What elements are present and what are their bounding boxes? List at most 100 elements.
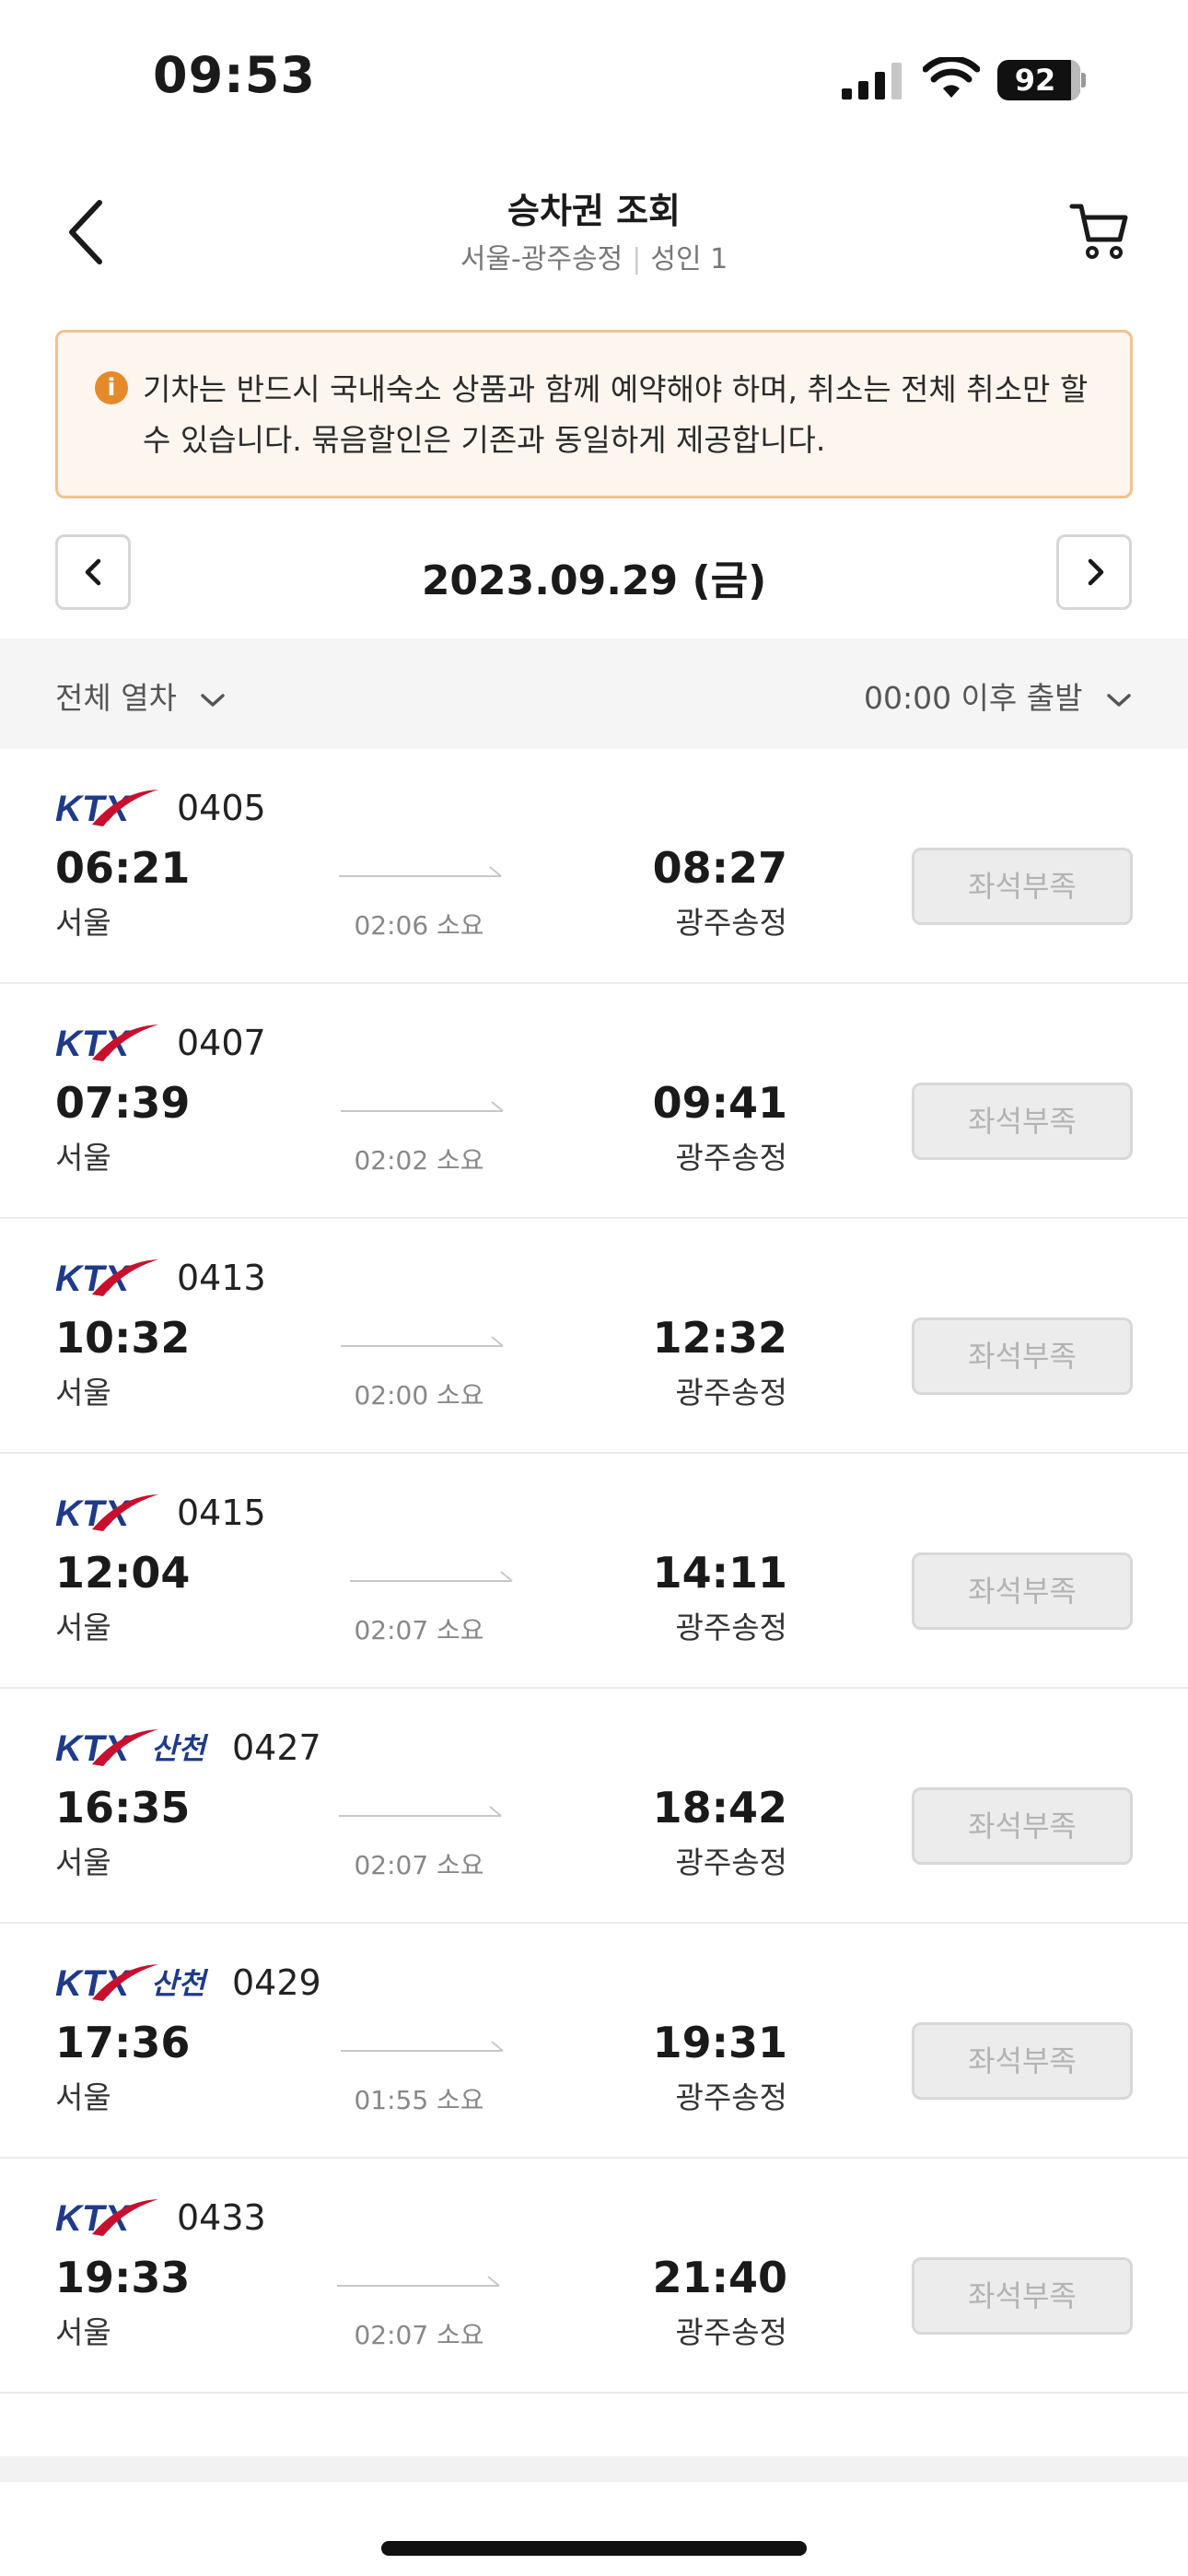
- train-row[interactable]: KTX 0413 10:32 서울 02:00 소요 12:32 광주송정 좌석부족: [0, 1219, 1188, 1454]
- cellular-signal-icon: [842, 63, 902, 100]
- train-number: 0405: [177, 788, 266, 828]
- departure-time-filter-label: 00:00 이후 출발: [863, 680, 1083, 716]
- seat-status-button[interactable]: 좌석부족: [912, 1317, 1133, 1395]
- info-icon: i: [95, 371, 128, 404]
- chevron-down-icon: [1107, 693, 1131, 707]
- next-date-button[interactable]: [1056, 534, 1132, 610]
- selected-date: 2023.09.29 (금): [421, 557, 767, 604]
- train-number: 0407: [177, 1023, 266, 1063]
- train-number: 0415: [177, 1493, 266, 1533]
- notice-banner: i 기차는 반드시 국내숙소 상품과 함께 예약해야 하며, 취소는 전체 취소…: [55, 330, 1133, 498]
- cart-icon[interactable]: [1068, 197, 1129, 262]
- route-arrow-icon: [341, 1336, 504, 1347]
- train-number: 0429: [232, 1962, 321, 2003]
- battery-tip: [1081, 73, 1086, 88]
- travel-duration: 02:06 소요: [354, 910, 484, 941]
- route-label: 서울-광주송정: [460, 243, 623, 275]
- svg-text:산천: 산천: [151, 1731, 208, 1766]
- page-title: 승차권 조회: [507, 191, 681, 231]
- train-number: 0413: [177, 1258, 266, 1298]
- departure-station: 서울: [55, 1375, 111, 1411]
- departure-station: 서울: [55, 2314, 111, 2350]
- route-arrow-icon: [339, 1806, 502, 1817]
- arrival-time: 08:27: [652, 843, 787, 893]
- travel-duration: 02:00 소요: [354, 1380, 484, 1411]
- home-indicator[interactable]: [381, 2541, 807, 2556]
- status-bar: 09:53 92: [0, 0, 1188, 138]
- train-type-filter-label: 전체 열차: [55, 680, 177, 716]
- train-row[interactable]: KTX 산천 0429 17:36 서울 01:55 소요 19:31 광주송정 좌석부족: [0, 1924, 1188, 2159]
- ktx-logo-icon: KTX: [55, 2198, 158, 2239]
- seat-status-button[interactable]: 좌석부족: [912, 2022, 1133, 2100]
- ktx-logo-icon: KTX: [55, 1493, 158, 1534]
- arrival-time: 19:31: [652, 2018, 787, 2067]
- notice-text: 기차는 반드시 국내숙소 상품과 함께 예약해야 하며, 취소는 전체 취소만 …: [143, 371, 1089, 458]
- departure-time-filter[interactable]: 00:00 이후 출발: [864, 673, 1133, 718]
- seat-status-button[interactable]: 좌석부족: [912, 1787, 1133, 1865]
- arrival-time: 09:41: [652, 1078, 787, 1128]
- train-number: 0433: [177, 2197, 266, 2238]
- departure-time: 19:33: [55, 2253, 191, 2302]
- arrival-time: 18:42: [652, 1783, 787, 1832]
- departure-time: 16:35: [55, 1783, 191, 1832]
- ktx-logo-icon: KTX: [55, 1259, 158, 1299]
- seat-status-button[interactable]: 좌석부족: [912, 1083, 1133, 1160]
- travel-duration: 02:02 소요: [354, 1145, 484, 1176]
- arrival-time: 21:40: [652, 2253, 787, 2302]
- route-arrow-icon: [350, 1571, 513, 1582]
- arrival-station: 광주송정: [675, 1844, 787, 1880]
- train-row[interactable]: KTX 0407 07:39 서울 02:02 소요 09:41 광주송정 좌석부족: [0, 984, 1188, 1219]
- route-arrow-icon: [339, 866, 502, 877]
- train-row[interactable]: KTX 0415 12:04 서울 02:07 소요 14:11 광주송정 좌석부족: [0, 1454, 1188, 1689]
- seat-status-button[interactable]: 좌석부족: [912, 2257, 1133, 2335]
- ktx-logo-icon: KTX 산천: [55, 1728, 208, 1769]
- train-number: 0427: [232, 1727, 321, 1768]
- train-type-filter[interactable]: 전체 열차: [55, 673, 227, 718]
- chevron-right-icon: [1088, 558, 1104, 586]
- arrival-station: 광주송정: [675, 1610, 787, 1645]
- departure-station: 서울: [55, 1844, 111, 1880]
- arrival-station: 광주송정: [675, 2079, 787, 2115]
- page-subtitle: 서울-광주송정 | 성인 1: [0, 236, 1188, 276]
- subtitle-separator: |: [632, 243, 642, 275]
- arrival-station: 광주송정: [675, 2314, 787, 2350]
- list-footer-band: [0, 2456, 1188, 2482]
- travel-duration: 02:07 소요: [354, 1850, 484, 1880]
- arrival-time: 12:32: [652, 1313, 787, 1363]
- seat-status-button[interactable]: 좌석부족: [912, 1552, 1133, 1630]
- train-row[interactable]: KTX 0433 19:33 서울 02:07 소요 21:40 광주송정 좌석부족: [0, 2159, 1188, 2394]
- svg-text:산천: 산천: [151, 1966, 208, 2001]
- travel-duration: 02:07 소요: [354, 2320, 484, 2350]
- train-row[interactable]: KTX 0405 06:21 서울 02:06 소요 08:27 광주송정 좌석부족: [0, 749, 1188, 984]
- arrival-station: 광주송정: [675, 1140, 787, 1176]
- wifi-icon: [923, 57, 980, 98]
- travel-duration: 02:07 소요: [354, 1615, 484, 1645]
- battery-icon: 92: [997, 60, 1086, 100]
- departure-station: 서울: [55, 2079, 111, 2115]
- arrival-station: 광주송정: [675, 905, 787, 941]
- departure-time: 12:04: [55, 1548, 191, 1598]
- ktx-logo-icon: KTX 산천: [55, 1963, 208, 2004]
- seat-status-button[interactable]: 좌석부족: [912, 848, 1133, 925]
- filter-bar: 전체 열차 00:00 이후 출발: [0, 638, 1188, 749]
- chevron-down-icon: [201, 693, 226, 707]
- ktx-logo-icon: KTX: [55, 789, 158, 829]
- route-arrow-icon: [337, 2276, 500, 2287]
- departure-station: 서울: [55, 905, 111, 941]
- passenger-label: 성인 1: [650, 243, 728, 275]
- status-time: 09:53: [153, 46, 316, 104]
- train-row[interactable]: KTX 산천 0427 16:35 서울 02:07 소요 18:42 광주송정 좌석부족: [0, 1689, 1188, 1924]
- departure-time: 17:36: [55, 2018, 191, 2067]
- route-arrow-icon: [341, 1101, 504, 1112]
- route-arrow-icon: [341, 2041, 504, 2052]
- departure-station: 서울: [55, 1610, 111, 1645]
- arrival-time: 14:11: [652, 1548, 787, 1598]
- battery-level: 92: [1014, 63, 1056, 98]
- ktx-logo-icon: KTX: [55, 1024, 158, 1064]
- departure-station: 서울: [55, 1140, 111, 1176]
- app-header: 승차권 조회 서울-광주송정 | 성인 1: [0, 166, 1188, 295]
- departure-time: 07:39: [55, 1078, 191, 1128]
- train-list: KTX 0405 06:21 서울 02:06 소요 08:27 광주송정 좌석부족 KTX 04…: [0, 749, 1188, 2394]
- departure-time: 10:32: [55, 1313, 191, 1363]
- train-search-page: 09:53 92 승차권 조회 서울-광주송정 | 성인 1 i 기차는 반드시…: [0, 0, 1188, 2576]
